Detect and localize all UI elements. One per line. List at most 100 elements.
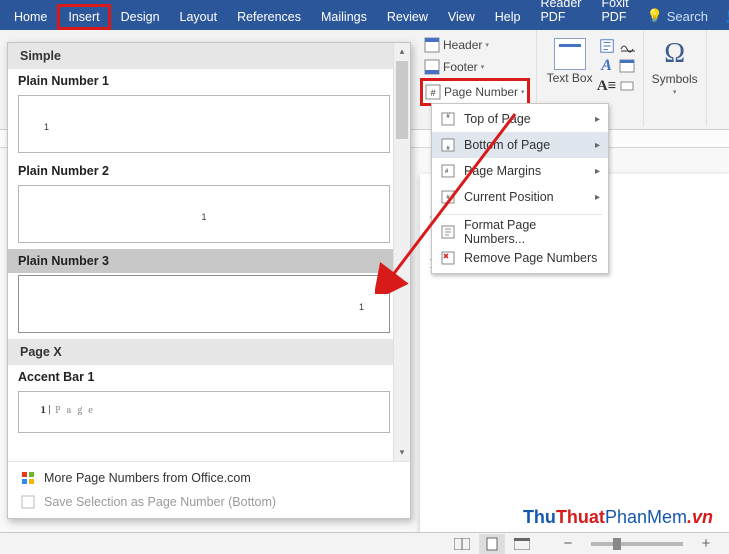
- top-page-icon: #: [440, 111, 456, 127]
- text-box-button[interactable]: Text Box: [543, 34, 597, 89]
- view-web-layout-button[interactable]: [509, 534, 535, 554]
- wordart-icon[interactable]: A: [599, 58, 615, 74]
- office-icon: [20, 470, 36, 486]
- header-icon: [424, 37, 440, 53]
- tab-design[interactable]: Design: [111, 4, 170, 30]
- chevron-down-icon: ▾: [481, 63, 485, 71]
- current-position-icon: #: [440, 189, 456, 205]
- tab-view[interactable]: View: [438, 4, 485, 30]
- menu-item-label: Current Position: [464, 190, 554, 204]
- wm-phanmem: PhanMem: [605, 507, 687, 527]
- zoom-thumb[interactable]: [613, 538, 621, 550]
- watermark: ThuThuatPhanMem.vn: [523, 507, 713, 528]
- tab-mailings[interactable]: Mailings: [311, 4, 377, 30]
- tab-layout[interactable]: Layout: [170, 4, 228, 30]
- gallery-footer: More Page Numbers from Office.com Save S…: [8, 461, 410, 518]
- save-selection-icon: [20, 494, 36, 510]
- gallery-preview-3[interactable]: 1: [18, 275, 390, 333]
- page-number-icon: #: [425, 84, 441, 100]
- omega-icon: Ω: [664, 38, 685, 70]
- bottom-page-icon: #: [440, 137, 456, 153]
- symbols-label: Symbols: [652, 72, 698, 86]
- menu-item-top-of-page[interactable]: # Top of Page ▸: [432, 106, 608, 132]
- remove-icon: [440, 250, 456, 266]
- tab-references[interactable]: References: [227, 4, 311, 30]
- gallery-category-simple: Simple: [8, 43, 393, 69]
- gallery-scrollbar[interactable]: ▴ ▾: [393, 43, 410, 461]
- menu-item-format-page-numbers[interactable]: Format Page Numbers...: [432, 219, 608, 245]
- tab-home[interactable]: Home: [4, 4, 57, 30]
- menu-item-remove-page-numbers[interactable]: Remove Page Numbers: [432, 245, 608, 271]
- page-number-button[interactable]: # Page Number ▾: [420, 78, 530, 106]
- object-icon[interactable]: [619, 78, 635, 94]
- wm-thu: Thu: [523, 507, 556, 527]
- menu-item-label: Top of Page: [464, 112, 531, 126]
- preview-number-right: 1: [359, 302, 364, 312]
- chevron-down-icon: ▾: [673, 88, 677, 96]
- tab-help[interactable]: Help: [485, 4, 531, 30]
- view-print-layout-button[interactable]: [479, 534, 505, 554]
- share-icon: 👤: [724, 8, 729, 24]
- scroll-up-icon[interactable]: ▴: [394, 43, 410, 60]
- footer-label: Footer: [443, 60, 478, 74]
- gallery-item-plain-number-3[interactable]: Plain Number 3: [8, 249, 393, 273]
- menu-item-current-position[interactable]: # Current Position ▸: [432, 184, 608, 210]
- footer-button[interactable]: Footer ▾: [420, 56, 530, 78]
- zoom-in-button[interactable]: +: [693, 534, 719, 554]
- save-selection-button: Save Selection as Page Number (Bottom): [14, 490, 404, 514]
- gallery-item-plain-number-1[interactable]: Plain Number 1: [8, 69, 393, 93]
- ribbon-tabs: Home Insert Design Layout References Mai…: [0, 0, 729, 30]
- page-number-submenu: # Top of Page ▸ # Bottom of Page ▸ # Pag…: [431, 103, 609, 274]
- wm-vn: .vn: [687, 507, 713, 527]
- date-time-icon[interactable]: [619, 58, 635, 74]
- chevron-right-icon: ▸: [595, 166, 600, 177]
- svg-text:#: #: [430, 88, 435, 98]
- tab-foxit-pdf[interactable]: Foxit PDF: [591, 0, 638, 30]
- footer-icon: [424, 59, 440, 75]
- preview-number-center: 1: [201, 212, 206, 222]
- save-selection-label: Save Selection as Page Number (Bottom): [44, 495, 276, 509]
- drop-cap-icon[interactable]: A≡: [599, 78, 615, 94]
- zoom-slider[interactable]: [591, 542, 683, 546]
- header-button[interactable]: Header ▾: [420, 34, 530, 56]
- zoom-out-button[interactable]: −: [555, 534, 581, 554]
- menu-separator: [438, 214, 602, 215]
- chevron-down-icon: ▾: [485, 41, 489, 49]
- more-page-numbers-button[interactable]: More Page Numbers from Office.com: [14, 466, 404, 490]
- menu-item-page-margins[interactable]: # Page Margins ▸: [432, 158, 608, 184]
- wm-thuat: Thuat: [556, 507, 605, 527]
- lightbulb-icon: 💡: [647, 8, 663, 24]
- gallery-preview-4[interactable]: 1 | P a g e: [18, 391, 390, 433]
- symbols-button[interactable]: Ω Symbols ▾: [650, 34, 700, 100]
- tell-me-label: Search: [667, 9, 708, 24]
- quick-parts-icon[interactable]: [599, 38, 615, 54]
- menu-item-label: Remove Page Numbers: [464, 251, 597, 265]
- menu-item-label: Format Page Numbers...: [464, 218, 600, 246]
- menu-item-bottom-of-page[interactable]: # Bottom of Page ▸: [432, 132, 608, 158]
- text-box-label: Text Box: [547, 72, 593, 85]
- margins-icon: #: [440, 163, 456, 179]
- text-box-icon: [554, 38, 586, 70]
- chevron-right-icon: ▸: [595, 192, 600, 203]
- tab-foxit-reader-pdf[interactable]: Foxit Reader PDF: [530, 0, 591, 30]
- format-icon: [440, 224, 456, 240]
- chevron-right-icon: ▸: [595, 140, 600, 151]
- page-number-label: Page Number: [444, 85, 518, 99]
- gallery-preview-1[interactable]: 1: [18, 95, 390, 153]
- tab-review[interactable]: Review: [377, 4, 438, 30]
- chevron-down-icon: ▾: [521, 88, 525, 96]
- gallery-item-accent-bar-1[interactable]: Accent Bar 1: [8, 365, 393, 389]
- scroll-thumb[interactable]: [396, 61, 408, 139]
- scroll-down-icon[interactable]: ▾: [394, 444, 410, 461]
- symbols-group: Ω Symbols ▾: [644, 30, 707, 126]
- tell-me-search[interactable]: 💡 Search: [639, 2, 716, 30]
- page-number-gallery: Simple Plain Number 1 1 Plain Number 2 1…: [7, 42, 411, 519]
- share-button[interactable]: 👤 Sh: [716, 2, 729, 30]
- tab-insert[interactable]: Insert: [57, 4, 110, 30]
- chevron-right-icon: ▸: [595, 114, 600, 125]
- gallery-item-plain-number-2[interactable]: Plain Number 2: [8, 159, 393, 183]
- view-read-mode-button[interactable]: [449, 534, 475, 554]
- signature-line-icon[interactable]: [619, 38, 635, 54]
- preview-page-label: 1 | P a g e: [41, 404, 95, 416]
- gallery-preview-2[interactable]: 1: [18, 185, 390, 243]
